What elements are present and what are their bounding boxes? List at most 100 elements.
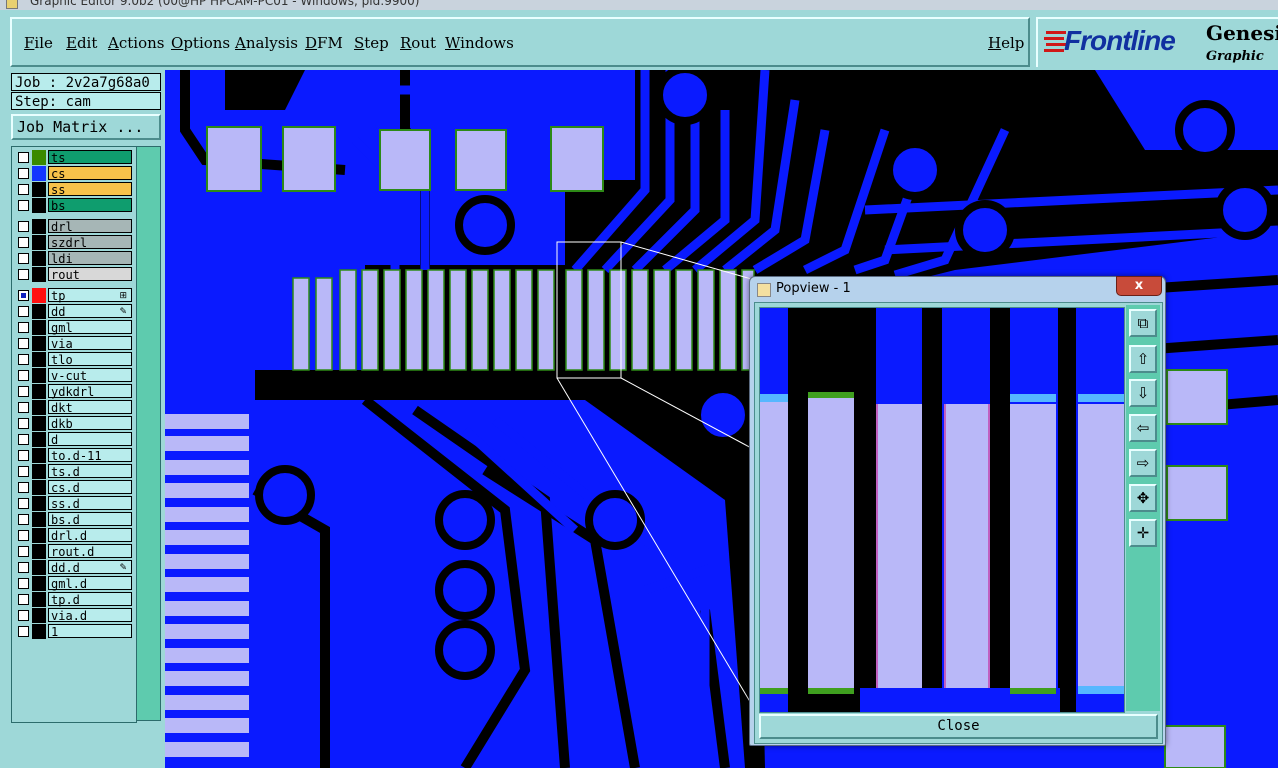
layer-name[interactable]: bs.d bbox=[48, 512, 132, 527]
menu-file[interactable]: File bbox=[24, 34, 53, 52]
pan-up-icon[interactable]: ⇧ bbox=[1129, 345, 1157, 373]
layer-color-swatch[interactable] bbox=[32, 166, 46, 181]
menu-rout[interactable]: Rout bbox=[400, 34, 436, 52]
layer-checkbox[interactable] bbox=[18, 514, 29, 525]
zoom-out-icon[interactable]: ✥ bbox=[1129, 484, 1157, 512]
layer-row-1[interactable]: 1 bbox=[14, 624, 134, 639]
layer-row-szdrl[interactable]: szdrl bbox=[14, 235, 134, 250]
job-matrix-button[interactable]: Job Matrix ... bbox=[11, 114, 161, 140]
layer-row-tlo[interactable]: tlo bbox=[14, 352, 134, 367]
pan-down-icon[interactable]: ⇩ bbox=[1129, 379, 1157, 407]
layer-name[interactable]: drl.d bbox=[48, 528, 132, 543]
menu-dfm[interactable]: DFM bbox=[305, 34, 343, 52]
layer-checkbox[interactable] bbox=[18, 237, 29, 248]
layer-checkbox[interactable] bbox=[18, 562, 29, 573]
layer-color-swatch[interactable] bbox=[32, 544, 46, 559]
layer-color-swatch[interactable] bbox=[32, 576, 46, 591]
layer-checkbox[interactable] bbox=[18, 546, 29, 557]
layer-name[interactable]: ss bbox=[48, 182, 132, 197]
layer-checkbox[interactable] bbox=[18, 450, 29, 461]
layer-color-swatch[interactable] bbox=[32, 416, 46, 431]
layer-color-swatch[interactable] bbox=[32, 219, 46, 234]
layer-color-swatch[interactable] bbox=[32, 464, 46, 479]
layer-row-rout[interactable]: rout bbox=[14, 267, 134, 282]
layer-name[interactable]: ss.d bbox=[48, 496, 132, 511]
layer-color-swatch[interactable] bbox=[32, 336, 46, 351]
layer-color-swatch[interactable] bbox=[32, 512, 46, 527]
layer-checkbox[interactable] bbox=[18, 338, 29, 349]
layer-name[interactable]: via bbox=[48, 336, 132, 351]
layer-row-rout.d[interactable]: rout.d bbox=[14, 544, 134, 559]
layer-row-ydkdrl[interactable]: ydkdrl bbox=[14, 384, 134, 399]
layer-color-swatch[interactable] bbox=[32, 251, 46, 266]
layer-name[interactable]: to.d-11 bbox=[48, 448, 132, 463]
layer-color-swatch[interactable] bbox=[32, 432, 46, 447]
layer-name[interactable]: cs bbox=[48, 166, 132, 181]
layer-name[interactable]: via.d bbox=[48, 608, 132, 623]
layer-color-swatch[interactable] bbox=[32, 182, 46, 197]
layer-color-swatch[interactable] bbox=[32, 352, 46, 367]
layer-color-swatch[interactable] bbox=[32, 288, 46, 303]
menu-options[interactable]: Options bbox=[171, 34, 230, 52]
layer-checkbox[interactable] bbox=[18, 221, 29, 232]
layer-name[interactable]: dd.d ✎ bbox=[48, 560, 132, 575]
layer-name[interactable]: gml.d bbox=[48, 576, 132, 591]
zoom-window-icon[interactable]: ⧉ bbox=[1129, 309, 1157, 337]
layer-checkbox[interactable] bbox=[18, 418, 29, 429]
layer-checkbox[interactable] bbox=[18, 306, 29, 317]
layer-color-swatch[interactable] bbox=[32, 528, 46, 543]
layer-name[interactable]: dkb bbox=[48, 416, 132, 431]
layer-name[interactable]: v-cut bbox=[48, 368, 132, 383]
layer-checkbox[interactable] bbox=[18, 386, 29, 397]
layer-row-cs[interactable]: cs bbox=[14, 166, 134, 181]
layer-checkbox[interactable] bbox=[18, 626, 29, 637]
layer-checkbox[interactable] bbox=[18, 482, 29, 493]
layer-name[interactable]: gml bbox=[48, 320, 132, 335]
pan-left-icon[interactable]: ⇦ bbox=[1129, 414, 1157, 442]
zoom-in-icon[interactable]: ✛ bbox=[1129, 519, 1157, 547]
layer-color-swatch[interactable] bbox=[32, 150, 46, 165]
layer-checkbox[interactable] bbox=[18, 466, 29, 477]
layer-checkbox[interactable] bbox=[18, 402, 29, 413]
layer-name[interactable]: 1 bbox=[48, 624, 132, 639]
layer-checkbox[interactable] bbox=[18, 322, 29, 333]
layer-name[interactable]: rout.d bbox=[48, 544, 132, 559]
layer-color-swatch[interactable] bbox=[32, 560, 46, 575]
layer-name[interactable]: rout bbox=[48, 267, 132, 282]
layer-row-bs.d[interactable]: bs.d bbox=[14, 512, 134, 527]
layer-name[interactable]: ldi bbox=[48, 251, 132, 266]
popview-close-button[interactable]: Close bbox=[759, 714, 1158, 739]
menu-windows[interactable]: Windows bbox=[445, 34, 514, 52]
layer-checkbox[interactable] bbox=[18, 370, 29, 381]
layer-row-ts.d[interactable]: ts.d bbox=[14, 464, 134, 479]
layer-row-dd.d[interactable]: dd.d ✎ bbox=[14, 560, 134, 575]
layer-row-dd[interactable]: dd ✎ bbox=[14, 304, 134, 319]
layer-name[interactable]: tp.d bbox=[48, 592, 132, 607]
layer-checkbox[interactable] bbox=[18, 253, 29, 264]
layer-row-ss[interactable]: ss bbox=[14, 182, 134, 197]
layer-row-bs[interactable]: bs bbox=[14, 198, 134, 213]
layer-checkbox[interactable] bbox=[18, 594, 29, 605]
layer-name[interactable]: dkt bbox=[48, 400, 132, 415]
popview-close-x-button[interactable]: x bbox=[1116, 276, 1162, 296]
menu-edit[interactable]: Edit bbox=[66, 34, 97, 52]
layer-name[interactable]: bs bbox=[48, 198, 132, 213]
layer-name[interactable]: dd ✎ bbox=[48, 304, 132, 319]
layer-row-gml[interactable]: gml bbox=[14, 320, 134, 335]
layer-color-swatch[interactable] bbox=[32, 368, 46, 383]
layer-color-swatch[interactable] bbox=[32, 496, 46, 511]
layer-color-swatch[interactable] bbox=[32, 608, 46, 623]
layer-checkbox[interactable] bbox=[18, 290, 29, 301]
layer-checkbox[interactable] bbox=[18, 184, 29, 195]
layer-checkbox[interactable] bbox=[18, 610, 29, 621]
layer-color-swatch[interactable] bbox=[32, 400, 46, 415]
layer-name[interactable]: d bbox=[48, 432, 132, 447]
layer-row-ss.d[interactable]: ss.d bbox=[14, 496, 134, 511]
layer-row-dkt[interactable]: dkt bbox=[14, 400, 134, 415]
layer-color-swatch[interactable] bbox=[32, 592, 46, 607]
layer-checkbox[interactable] bbox=[18, 168, 29, 179]
layer-color-swatch[interactable] bbox=[32, 198, 46, 213]
menu-step[interactable]: Step bbox=[354, 34, 389, 52]
layer-color-swatch[interactable] bbox=[32, 235, 46, 250]
layer-color-swatch[interactable] bbox=[32, 448, 46, 463]
